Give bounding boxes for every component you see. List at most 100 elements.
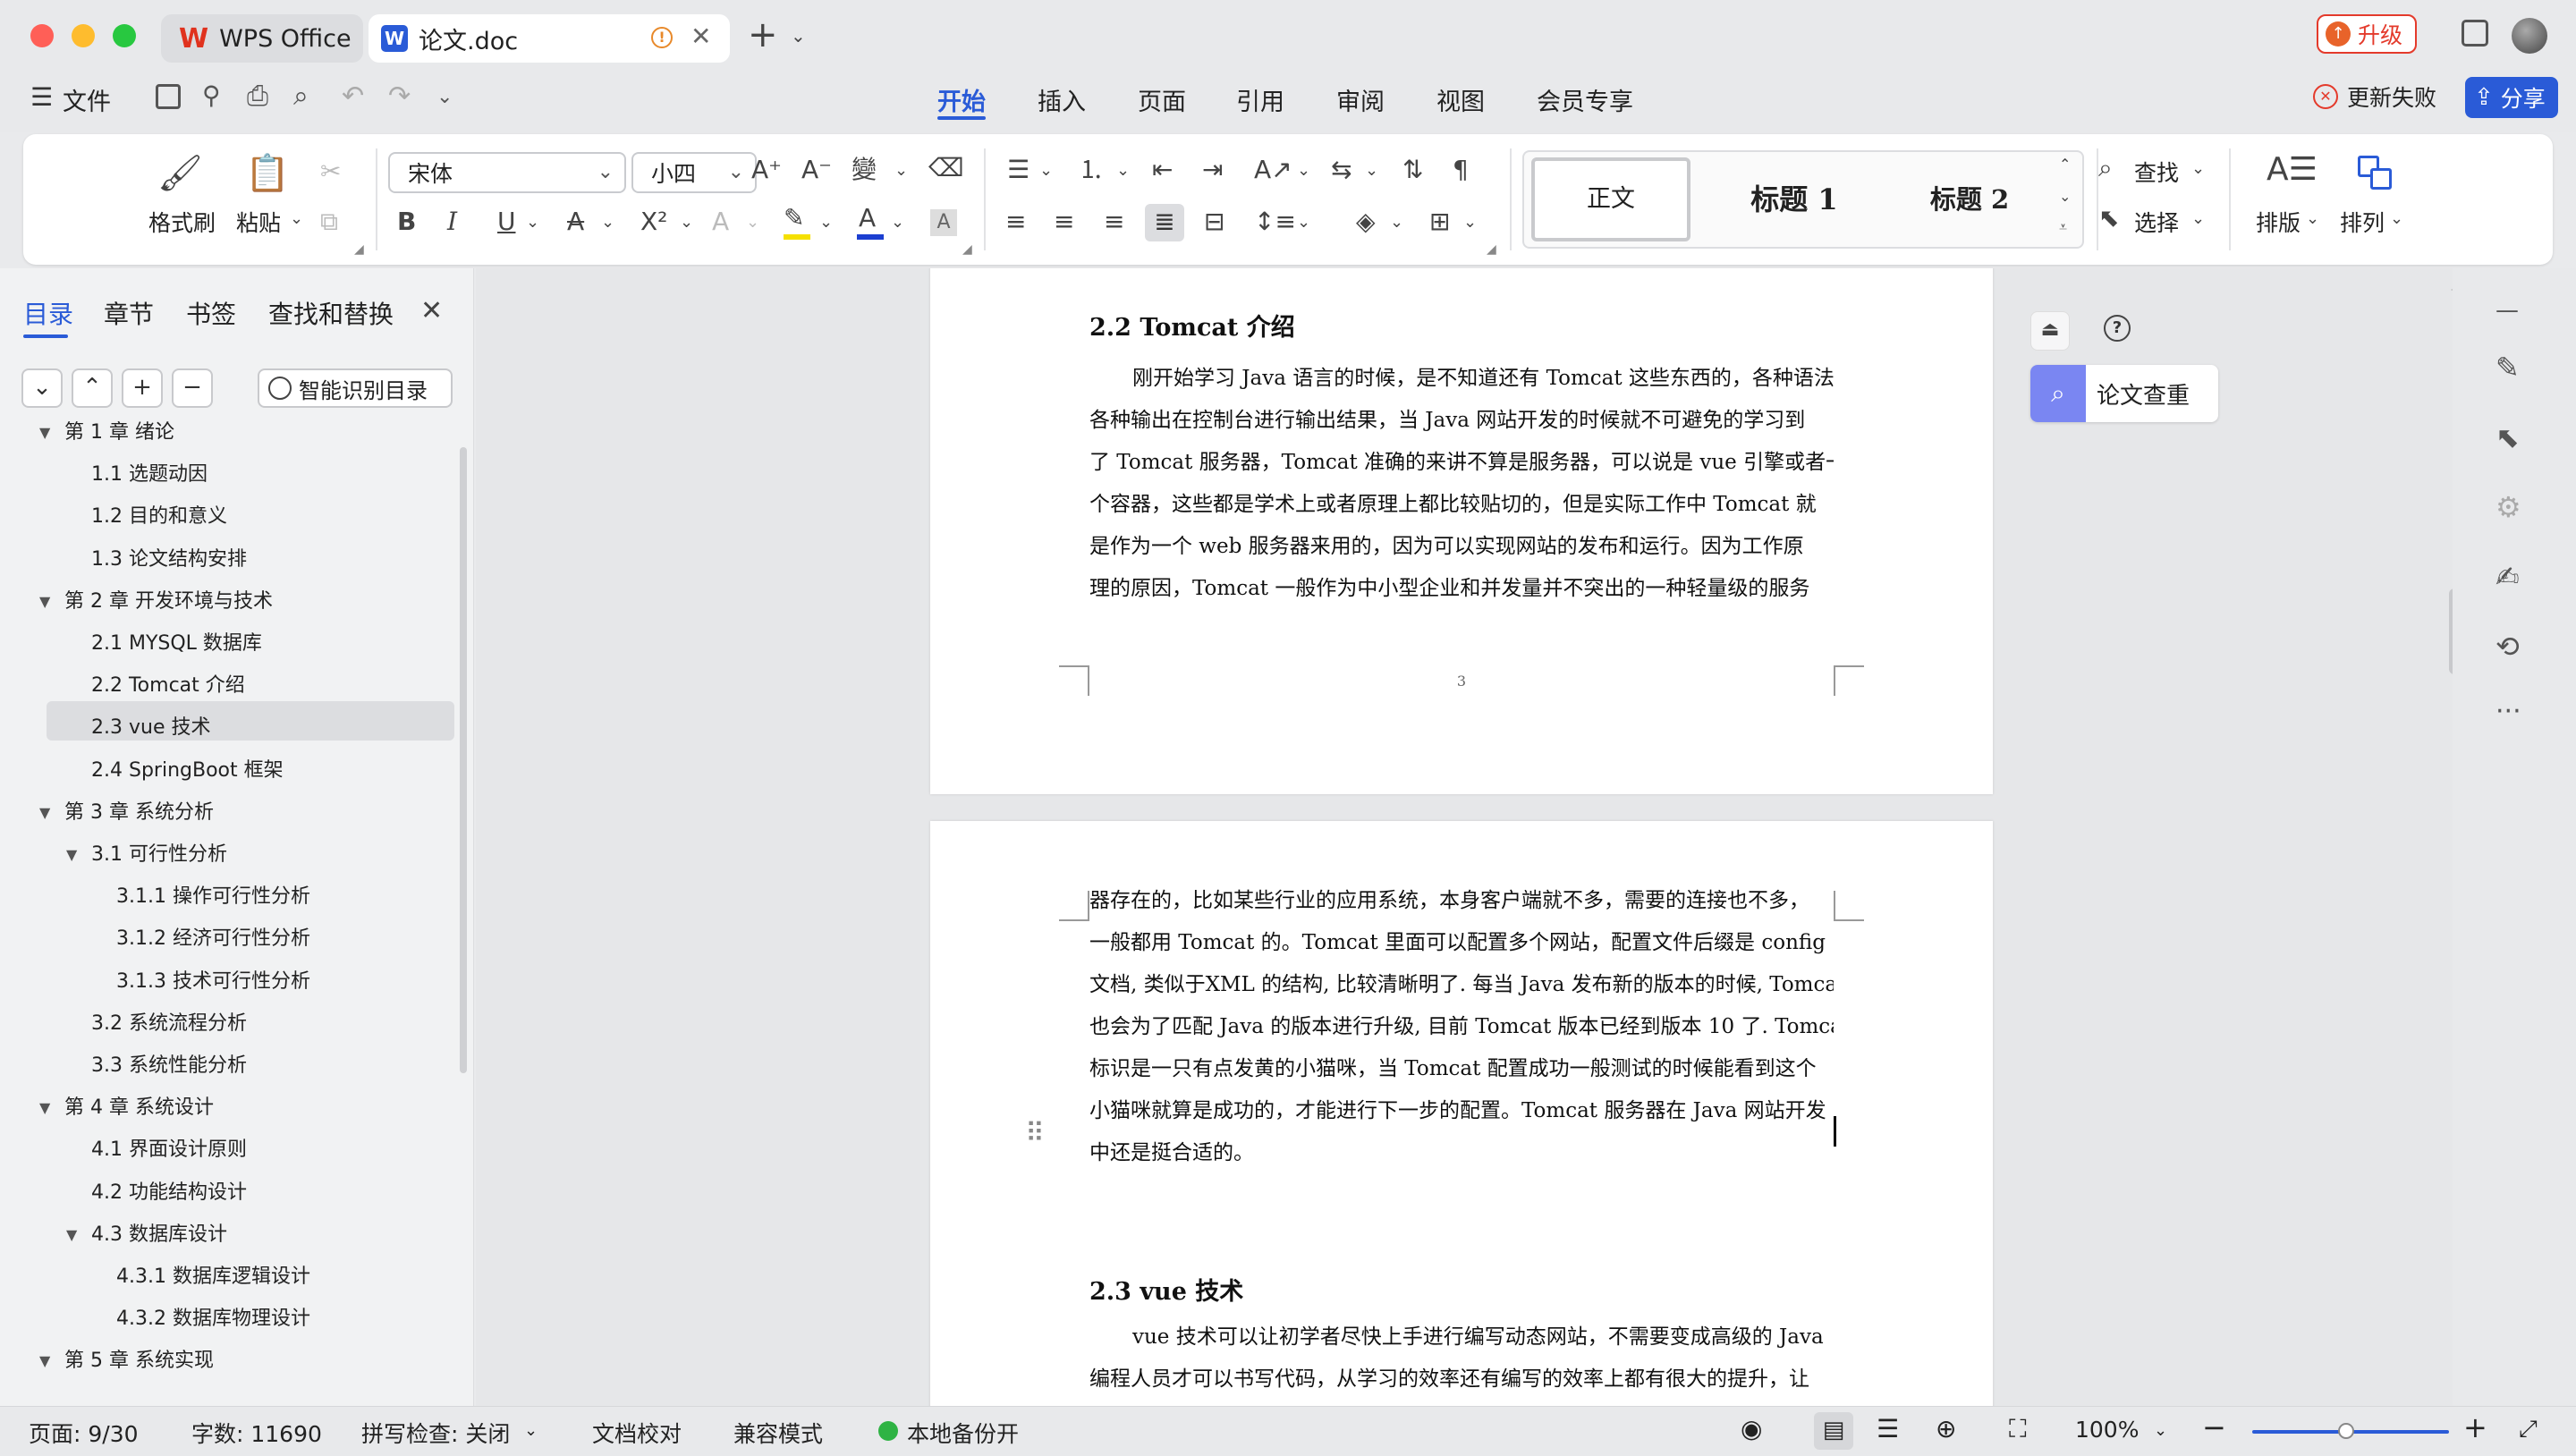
panel-minus-icon[interactable]: — <box>2496 297 2519 324</box>
share-button[interactable]: ⇪ 分享 <box>2465 77 2558 118</box>
decrease-font-icon[interactable]: A⁻ <box>801 157 832 182</box>
increase-font-icon[interactable]: A⁺ <box>751 157 782 182</box>
toc-item[interactable]: 4.3.2 数据库物理设计 <box>116 1299 310 1339</box>
file-menu[interactable]: 文件 <box>63 82 111 117</box>
toc-item[interactable]: 4.1 界面设计原则 <box>91 1130 247 1170</box>
font-size-select[interactable]: 小四 ⌄ <box>631 152 757 193</box>
toc-item[interactable]: 1.1 选题动因 <box>91 455 208 495</box>
tab-bookmarks[interactable]: 书签 <box>186 295 236 331</box>
toc-item[interactable]: 1.3 论文结构安排 <box>91 540 247 580</box>
save-icon[interactable] <box>156 84 181 109</box>
more-icon[interactable]: ··· <box>2496 696 2521 727</box>
borders-icon[interactable]: ⊞ <box>1429 209 1450 234</box>
paste-chevron-icon[interactable]: ⌄ <box>290 211 303 227</box>
bullet-chevron-icon[interactable]: ⌄ <box>1039 163 1053 179</box>
italic-icon[interactable]: I <box>447 209 457 234</box>
borders-chevron-icon[interactable]: ⌄ <box>1463 215 1477 231</box>
increase-indent-icon[interactable]: ⇥ <box>1202 157 1223 182</box>
highlight-chevron-icon[interactable]: ⌄ <box>819 215 833 231</box>
find-button[interactable]: 查找 <box>2134 156 2179 188</box>
print-icon[interactable]: ⎙ <box>247 80 268 112</box>
zoom-chevron-icon[interactable]: ⌄ <box>2154 1421 2167 1440</box>
paragraph-expander-icon[interactable]: ◢ <box>1487 243 1496 256</box>
line-spacing-icon[interactable]: ↕≡ <box>1254 209 1296 234</box>
undo-icon[interactable]: ↶ <box>342 80 364 112</box>
select-object-icon[interactable]: ⬉ <box>2496 420 2520 454</box>
toc-item[interactable]: 2.4 SpringBoot 框架 <box>91 751 284 791</box>
tab-member[interactable]: 会员专享 <box>1537 82 1633 117</box>
spell-check[interactable]: 拼写检查: 关闭 <box>361 1417 510 1449</box>
toc-item[interactable]: 2.3 vue 技术 <box>91 708 210 748</box>
compatibility-mode[interactable]: 兼容模式 <box>733 1417 823 1449</box>
select-button[interactable]: 选择 <box>2134 206 2179 238</box>
text-direction-chevron-icon[interactable]: ⌄ <box>1297 163 1310 179</box>
tab-find-replace[interactable]: 查找和替换 <box>268 295 394 331</box>
font-color-icon[interactable]: A <box>859 206 876 231</box>
zoom-out-icon[interactable]: − <box>2202 1410 2226 1444</box>
toc-item[interactable]: 3.1.2 经济可行性分析 <box>116 919 310 959</box>
plagiarism-check-button[interactable]: ⌕ 论文查重 <box>2030 365 2218 422</box>
numbered-list-icon[interactable]: ⒈ <box>1079 157 1104 182</box>
chinese-layout-icon[interactable]: ⇆ <box>1331 157 1352 182</box>
window-layout-icon[interactable] <box>2462 20 2488 47</box>
decrease-indent-icon[interactable]: ⇤ <box>1152 157 1173 182</box>
outline-view-icon[interactable]: ☰ <box>1877 1414 1899 1443</box>
typeset-button[interactable]: 排版 <box>2256 206 2301 238</box>
drag-handle-icon[interactable]: ⠿ <box>1025 1118 1045 1149</box>
justify-button[interactable]: ≣ <box>1145 204 1184 241</box>
align-center-icon[interactable]: ≡ <box>1054 209 1074 234</box>
toc-item[interactable]: 3.3 系统性能分析 <box>91 1046 247 1086</box>
tab-toc[interactable]: 目录 <box>23 295 73 331</box>
format-painter-button[interactable]: 格式刷 <box>148 206 216 238</box>
smart-toc-button[interactable]: 智能识别目录 <box>258 368 453 408</box>
tab-view[interactable]: 视图 <box>1436 82 1485 117</box>
help-icon[interactable]: ? <box>2104 315 2131 342</box>
document-proofread[interactable]: 文档校对 <box>592 1417 682 1449</box>
web-view-icon[interactable]: ⊕ <box>1936 1414 1956 1443</box>
toc-item[interactable]: 3.1.1 操作可行性分析 <box>116 877 310 917</box>
toc-item[interactable]: 3.2 系统流程分析 <box>91 1004 247 1044</box>
bullet-list-icon[interactable]: ☰ <box>1007 157 1030 182</box>
toc-item[interactable]: ▼ 第 3 章 系统分析 <box>39 793 214 833</box>
align-left-icon[interactable]: ≡ <box>1005 209 1026 234</box>
line-spacing-chevron-icon[interactable]: ⌄ <box>1297 215 1310 231</box>
toc-item[interactable]: 4.3.1 数据库逻辑设计 <box>116 1257 310 1297</box>
highlight-icon[interactable]: ✎ <box>784 206 804 231</box>
style-heading-1[interactable]: 标题 1 <box>1705 157 1884 241</box>
toc-item[interactable]: ▼ 第 4 章 系统设计 <box>39 1088 214 1128</box>
move-up-button[interactable]: ⌃ <box>72 368 113 408</box>
distributed-align-icon[interactable]: ⊟ <box>1204 209 1224 234</box>
superscript-chevron-icon[interactable]: ⌄ <box>680 215 693 231</box>
tab-references[interactable]: 引用 <box>1236 82 1284 117</box>
close-tab-icon[interactable]: ✕ <box>691 21 711 51</box>
tab-chapters[interactable]: 章节 <box>104 295 154 331</box>
word-count[interactable]: 字数: 11690 <box>191 1417 322 1449</box>
expand-arrow-icon[interactable]: ▼ <box>66 835 77 875</box>
cut-icon[interactable]: ✂ <box>320 159 341 184</box>
tab-review[interactable]: 审阅 <box>1336 82 1385 117</box>
shading-chevron-icon[interactable]: ⌄ <box>1390 215 1403 231</box>
strikethrough-chevron-icon[interactable]: ⌄ <box>601 215 614 231</box>
toc-item[interactable]: 4.2 功能结构设计 <box>91 1173 247 1213</box>
paragraph-tomcat-cont[interactable]: 器存在的，比如某些行业的应用系统，本身客户端就不多，需要的连接也不多， 一般都用 … <box>1089 880 1834 1174</box>
fit-page-icon[interactable]: ⛶ <box>2009 1414 2027 1444</box>
paragraph-tomcat-intro[interactable]: 刚开始学习 Java 语言的时候，是不知道还有 Tomcat 这些东西的，各种语… <box>1089 358 1834 610</box>
pen-icon[interactable]: ✎ <box>2496 351 2520 385</box>
font-expander-icon[interactable]: ◢ <box>962 243 972 256</box>
text-effect-icon[interactable]: A <box>712 209 729 234</box>
expand-arrow-icon[interactable]: ▼ <box>39 582 50 622</box>
clear-format-icon[interactable]: ⌫ <box>928 156 964 181</box>
spell-check-chevron-icon[interactable]: ⌄ <box>524 1421 538 1440</box>
close-window-button[interactable] <box>30 24 54 47</box>
upgrade-button[interactable]: ↑ 升级 <box>2317 14 2417 54</box>
shading-icon[interactable]: ◈ <box>1356 209 1376 234</box>
toc-item[interactable]: ▼ 第 1 章 绪论 <box>39 413 174 453</box>
expand-arrow-icon[interactable]: ▼ <box>66 1215 77 1255</box>
page-view-button[interactable]: ▤ <box>1814 1412 1853 1450</box>
toc-item[interactable]: ▼ 4.3 数据库设计 <box>66 1215 227 1255</box>
user-avatar[interactable] <box>2512 18 2547 54</box>
expand-arrow-icon[interactable]: ▼ <box>39 413 50 453</box>
remove-item-button[interactable]: − <box>172 368 213 408</box>
expand-arrow-icon[interactable]: ▼ <box>39 1088 50 1128</box>
text-effect-chevron-icon[interactable]: ⌄ <box>746 215 759 231</box>
